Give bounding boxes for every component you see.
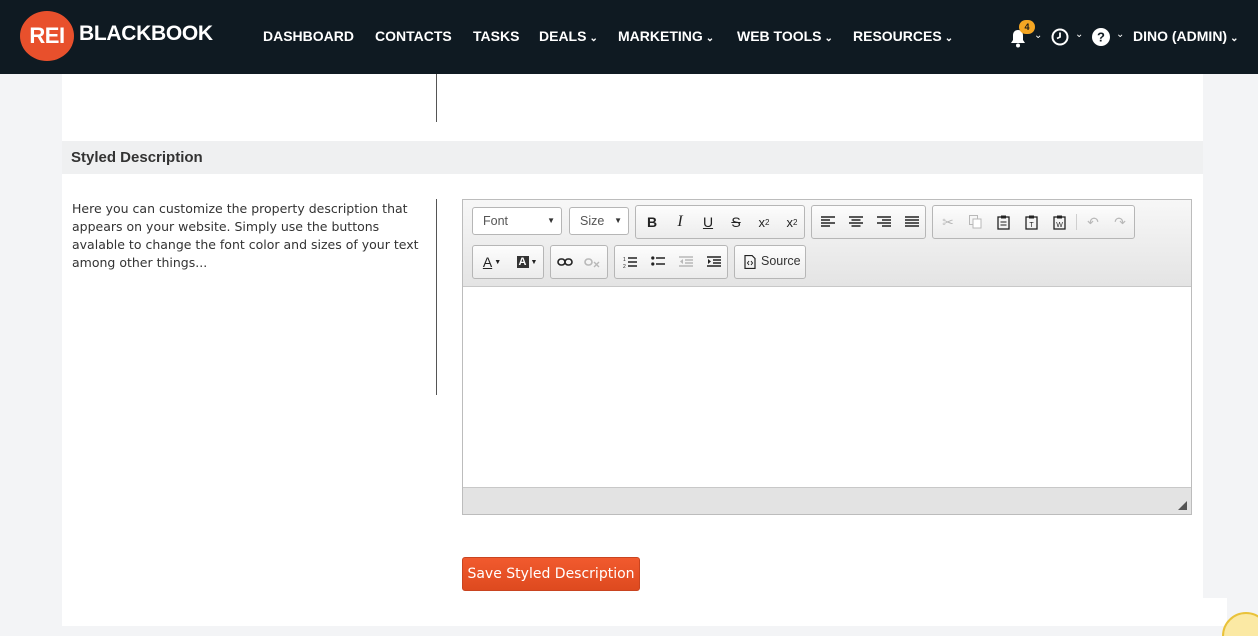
clipboard-group: ✂ T W ↶ ↷ <box>932 205 1135 239</box>
history-menu[interactable]: ⌄ <box>1051 28 1083 51</box>
help-text: Here you can customize the property desc… <box>72 201 419 270</box>
section-title: Styled Description <box>71 149 203 166</box>
editor-toolbar: Font ▼ Size ▼ B I U S x2 x2 ✂ T W ↶ ↷ A … <box>463 200 1191 287</box>
brand-logo[interactable]: REI BLACKBOOK <box>20 11 213 61</box>
nav-tasks[interactable]: TASKS <box>473 28 519 44</box>
align-right-icon[interactable] <box>873 212 895 232</box>
editor-statusbar <box>463 487 1191 514</box>
color-group: A ▼ A ▼ <box>472 245 544 279</box>
align-group <box>811 205 926 239</box>
paste-word-icon[interactable]: W <box>1048 212 1070 232</box>
nav-tasks-label: TASKS <box>473 28 520 44</box>
nav-dashboard[interactable]: DASHBOARD <box>263 28 354 44</box>
chevron-down-icon: ⌄ <box>944 33 954 44</box>
format-group: B I U S x2 x2 <box>635 205 805 239</box>
cut-icon[interactable]: ✂ <box>937 212 959 232</box>
section-header <box>62 141 1203 174</box>
align-center-icon[interactable] <box>845 212 867 232</box>
panel-corner <box>1203 598 1227 626</box>
dropdown-arrow-icon: ▼ <box>614 216 622 225</box>
numbered-list-icon[interactable]: 12 <box>619 252 641 272</box>
link-group <box>550 245 608 279</box>
save-styled-description-button[interactable]: Save Styled Description <box>462 557 640 591</box>
font-select[interactable]: Font ▼ <box>472 207 562 235</box>
user-name: DINO (ADMIN) <box>1133 28 1228 44</box>
source-icon <box>739 252 761 272</box>
copy-icon[interactable] <box>964 212 986 232</box>
nav-resources-label: RESOURCES <box>853 28 942 44</box>
size-select[interactable]: Size ▼ <box>569 207 629 235</box>
paste-text-icon[interactable]: T <box>1020 212 1042 232</box>
floating-timer-icon[interactable] <box>1222 612 1258 636</box>
bulleted-list-icon[interactable] <box>647 252 669 272</box>
paste-icon[interactable] <box>992 212 1014 232</box>
font-select-label: Font <box>483 214 509 228</box>
svg-text:2: 2 <box>623 264 626 269</box>
justify-icon[interactable] <box>901 212 923 232</box>
nav-web-tools-label: WEB TOOLS <box>737 28 822 44</box>
nav-dashboard-label: DASHBOARD <box>263 28 354 44</box>
align-left-icon[interactable] <box>817 212 839 232</box>
svg-text:1: 1 <box>623 257 626 263</box>
nav-deals-label: DEALS <box>539 28 587 44</box>
help-menu[interactable]: ? ⌄ <box>1092 28 1124 51</box>
dropdown-arrow-icon: ▼ <box>547 216 555 225</box>
column-divider <box>436 74 437 122</box>
chevron-down-icon: ⌄ <box>1116 29 1125 40</box>
undo-icon[interactable]: ↶ <box>1082 212 1104 232</box>
nav-contacts[interactable]: CONTACTS <box>375 28 452 44</box>
chevron-down-icon: ⌄ <box>705 33 715 44</box>
link-icon[interactable] <box>554 252 576 272</box>
bold-icon[interactable]: B <box>641 212 663 232</box>
list-group: 12 <box>614 245 728 279</box>
editor-content[interactable] <box>463 287 1191 487</box>
top-navbar: REI BLACKBOOK DASHBOARD CONTACTS TASKS D… <box>0 0 1258 74</box>
chevron-down-icon: ⌄ <box>1075 29 1084 40</box>
strikethrough-icon[interactable]: S <box>725 212 747 232</box>
chevron-down-icon: ⌄ <box>824 33 833 44</box>
chevron-down-icon: ⌄ <box>1034 30 1043 41</box>
column-divider <box>436 199 437 395</box>
source-label: Source <box>761 254 801 268</box>
nav-marketing[interactable]: MARKETING ⌄ <box>618 28 714 44</box>
nav-contacts-label: CONTACTS <box>375 28 452 44</box>
underline-icon[interactable]: U <box>697 212 719 232</box>
help-icon: ? <box>1092 28 1110 46</box>
italic-icon[interactable]: I <box>669 212 691 232</box>
brand-name: BLACKBOOK <box>79 22 213 45</box>
svg-text:T: T <box>1029 222 1034 229</box>
unlink-icon[interactable] <box>581 252 603 272</box>
chevron-down-icon: ⌄ <box>1230 33 1239 44</box>
nav-marketing-label: MARKETING <box>618 28 703 44</box>
indent-icon[interactable] <box>703 252 725 272</box>
nav-deals[interactable]: DEALS ⌄ <box>539 28 598 44</box>
nav-resources[interactable]: RESOURCES ⌄ <box>853 28 953 44</box>
rich-text-editor: Font ▼ Size ▼ B I U S x2 x2 ✂ T W ↶ ↷ A … <box>462 199 1192 515</box>
clock-icon <box>1051 28 1069 46</box>
svg-text:W: W <box>1056 222 1063 229</box>
background-color-icon[interactable]: A ▼ <box>513 252 541 272</box>
chevron-down-icon: ⌄ <box>589 33 598 44</box>
subscript-icon[interactable]: x2 <box>753 212 775 232</box>
outdent-icon[interactable] <box>675 252 697 272</box>
text-color-icon[interactable]: A ▼ <box>478 252 506 272</box>
user-menu[interactable]: DINO (ADMIN) ⌄ <box>1133 28 1239 44</box>
redo-icon[interactable]: ↷ <box>1109 212 1131 232</box>
brand-badge: REI <box>20 11 74 61</box>
resize-handle-icon[interactable] <box>1178 501 1187 510</box>
toolbar-separator <box>1076 214 1077 230</box>
source-button[interactable]: Source <box>734 245 806 279</box>
svg-text:?: ? <box>1097 30 1105 45</box>
nav-web-tools[interactable]: WEB TOOLS ⌄ <box>737 28 833 44</box>
superscript-icon[interactable]: x2 <box>781 212 803 232</box>
notification-count-badge: 4 <box>1019 20 1035 34</box>
size-select-label: Size <box>580 214 605 228</box>
